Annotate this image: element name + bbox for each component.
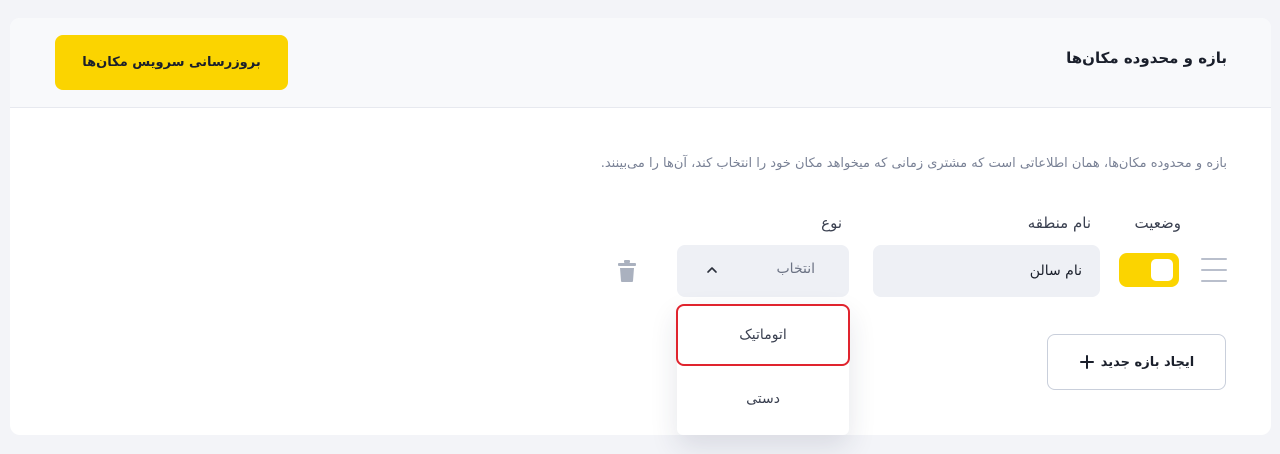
create-new-range-button[interactable]: ایجاد بازه جدید [1047,334,1226,390]
card-header: بازه و محدوده مکان‌ها بروزرسانی سرویس مک… [10,18,1271,108]
status-toggle[interactable] [1119,253,1179,287]
chevron-up-icon [707,267,717,273]
type-select-value: انتخاب [776,261,816,277]
column-label-status: وضعیت [1134,214,1181,232]
area-name-input[interactable] [873,245,1100,297]
type-dropdown-menu: اتوماتیک دستی [676,304,850,435]
create-new-range-label: ایجاد بازه جدید [1100,354,1195,370]
type-select[interactable]: انتخاب [677,245,849,297]
drag-handle-icon[interactable] [1201,258,1227,282]
toggle-knob [1151,259,1173,281]
plus-icon [1079,355,1094,369]
location-ranges-card: بازه و محدوده مکان‌ها بروزرسانی سرویس مک… [10,18,1271,435]
column-label-type: نوع [821,214,842,232]
dropdown-option-manual[interactable]: دستی [677,369,849,429]
page-title: بازه و محدوده مکان‌ها [1066,49,1227,67]
column-label-area-name: نام منطقه [1027,214,1091,232]
trash-icon[interactable] [616,259,638,283]
section-description: بازه و محدوده مکان‌ها، همان اطلاعاتی است… [600,156,1227,171]
dropdown-option-automatic[interactable]: اتوماتیک [676,304,850,366]
update-location-service-button[interactable]: بروزرسانی سرویس مکان‌ها [55,35,288,90]
